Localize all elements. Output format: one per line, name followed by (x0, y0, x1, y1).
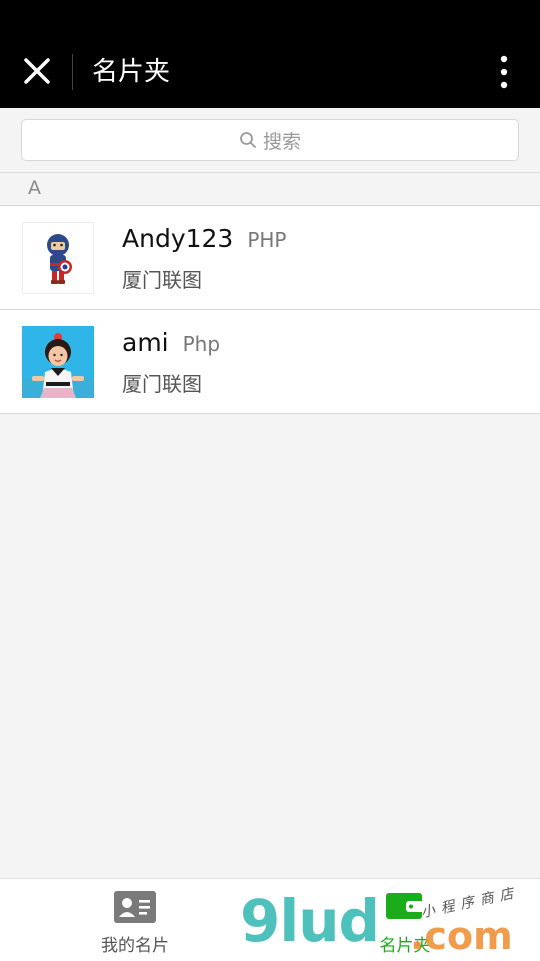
contact-item-ami[interactable]: ami Php 厦门联图 (0, 310, 540, 414)
contact-title: PHP (247, 228, 287, 252)
search-icon (240, 132, 256, 148)
contact-card-icon (114, 891, 156, 923)
avatar (22, 326, 94, 398)
page-title: 名片夹 (92, 57, 171, 87)
tab-my-card[interactable]: 我的名片 (0, 879, 270, 961)
contact-list: Andy123 PHP 厦门联图 ami Php 厦门联图 (0, 206, 540, 414)
section-header: A (0, 172, 540, 206)
search-area: 搜索 (0, 108, 540, 172)
contact-name-line: Andy123 PHP (122, 224, 287, 253)
header-divider (72, 54, 73, 90)
contact-company: 厦门联图 (122, 372, 202, 396)
close-button[interactable] (18, 52, 56, 90)
tab-label: 名片夹 (379, 936, 431, 956)
bottom-tab-bar: 我的名片 名片夹 (0, 878, 540, 961)
more-button[interactable] (490, 52, 518, 92)
contact-item-andy123[interactable]: Andy123 PHP 厦门联图 (0, 206, 540, 310)
avatar (22, 222, 94, 294)
search-input[interactable]: 搜索 (21, 119, 519, 161)
card-holder-icon (386, 893, 424, 919)
search-placeholder: 搜索 (262, 130, 301, 153)
tab-label: 我的名片 (101, 936, 169, 956)
section-letter: A (28, 177, 41, 199)
contact-name: ami (122, 328, 169, 357)
child-photo-avatar (22, 326, 94, 398)
contact-name: Andy123 (122, 224, 234, 253)
close-icon (24, 58, 50, 84)
more-vertical-icon (500, 55, 508, 89)
contact-company: 厦门联图 (122, 268, 202, 292)
contact-title: Php (182, 332, 221, 356)
top-bar: 名片夹 (0, 0, 540, 108)
tab-card-holder[interactable]: 名片夹 (270, 879, 540, 961)
contact-name-line: ami Php (122, 328, 220, 357)
captain-america-figure-avatar (23, 223, 93, 293)
